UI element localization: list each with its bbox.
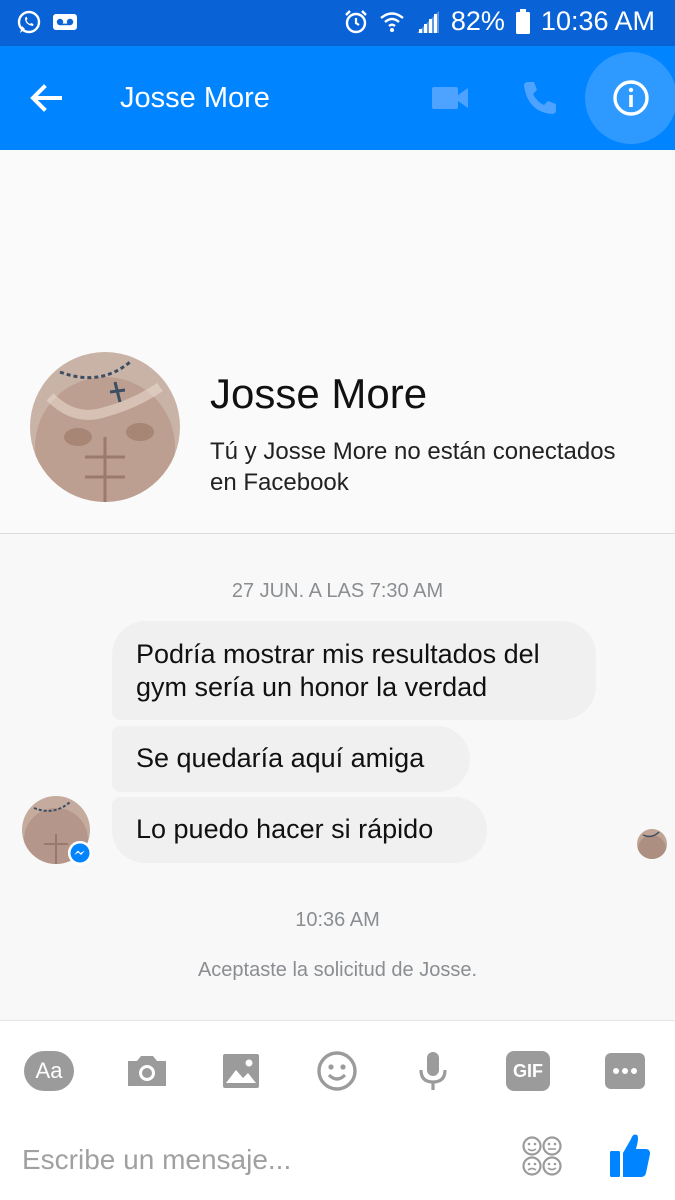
more-icon[interactable]	[605, 1053, 645, 1089]
gif-button[interactable]: GIF	[506, 1051, 550, 1091]
whatsapp-icon	[17, 10, 41, 34]
app-bar: Josse More	[0, 46, 675, 150]
connection-status-text: Tú y Josse More no están conectados en F…	[210, 438, 616, 496]
message-composer: Aa GIF	[0, 1020, 675, 1200]
voicemail-icon	[53, 14, 77, 30]
alarm-icon	[345, 9, 367, 33]
emoji-icon[interactable]	[312, 1046, 362, 1096]
seen-indicator-avatar	[637, 829, 667, 859]
message-input[interactable]	[22, 1137, 492, 1183]
phone-icon[interactable]	[518, 76, 562, 120]
message-timestamp: 27 JUN. A LAS 7:30 AM	[231, 580, 444, 602]
camera-icon[interactable]	[122, 1046, 172, 1096]
message-bubble[interactable]: Lo puedo hacer si rápido	[112, 797, 487, 863]
messenger-badge-icon	[68, 841, 92, 865]
message-timestamp: 10:36 AM	[295, 909, 380, 931]
battery-percent: 82%	[450, 6, 505, 36]
profile-header: Josse More Tú y Josse More no están cone…	[0, 150, 675, 534]
system-note: Aceptaste la solicitud de Josse.	[197, 959, 478, 981]
status-time: 10:36 AM	[540, 6, 655, 36]
microphone-icon[interactable]	[408, 1046, 458, 1096]
message-bubble[interactable]: Se quedaría aquí amiga	[112, 726, 470, 792]
status-bar: 82% 10:36 AM	[0, 0, 675, 46]
thumbs-up-icon[interactable]	[608, 1129, 652, 1181]
info-icon[interactable]	[611, 78, 651, 118]
conversation-title[interactable]: Josse More	[120, 82, 270, 115]
message-bubble[interactable]: Podría mostrar mis resultados del gym se…	[112, 621, 596, 720]
image-icon[interactable]	[216, 1046, 266, 1096]
video-call-icon[interactable]	[428, 78, 472, 118]
back-arrow-icon[interactable]	[22, 74, 70, 122]
signal-icon	[416, 10, 439, 33]
wifi-icon	[380, 11, 404, 32]
profile-avatar[interactable]	[30, 352, 180, 502]
battery-icon	[515, 8, 530, 34]
stickers-icon[interactable]	[521, 1135, 563, 1177]
profile-name: Josse More	[210, 370, 428, 417]
text-format-button[interactable]: Aa	[24, 1051, 74, 1091]
